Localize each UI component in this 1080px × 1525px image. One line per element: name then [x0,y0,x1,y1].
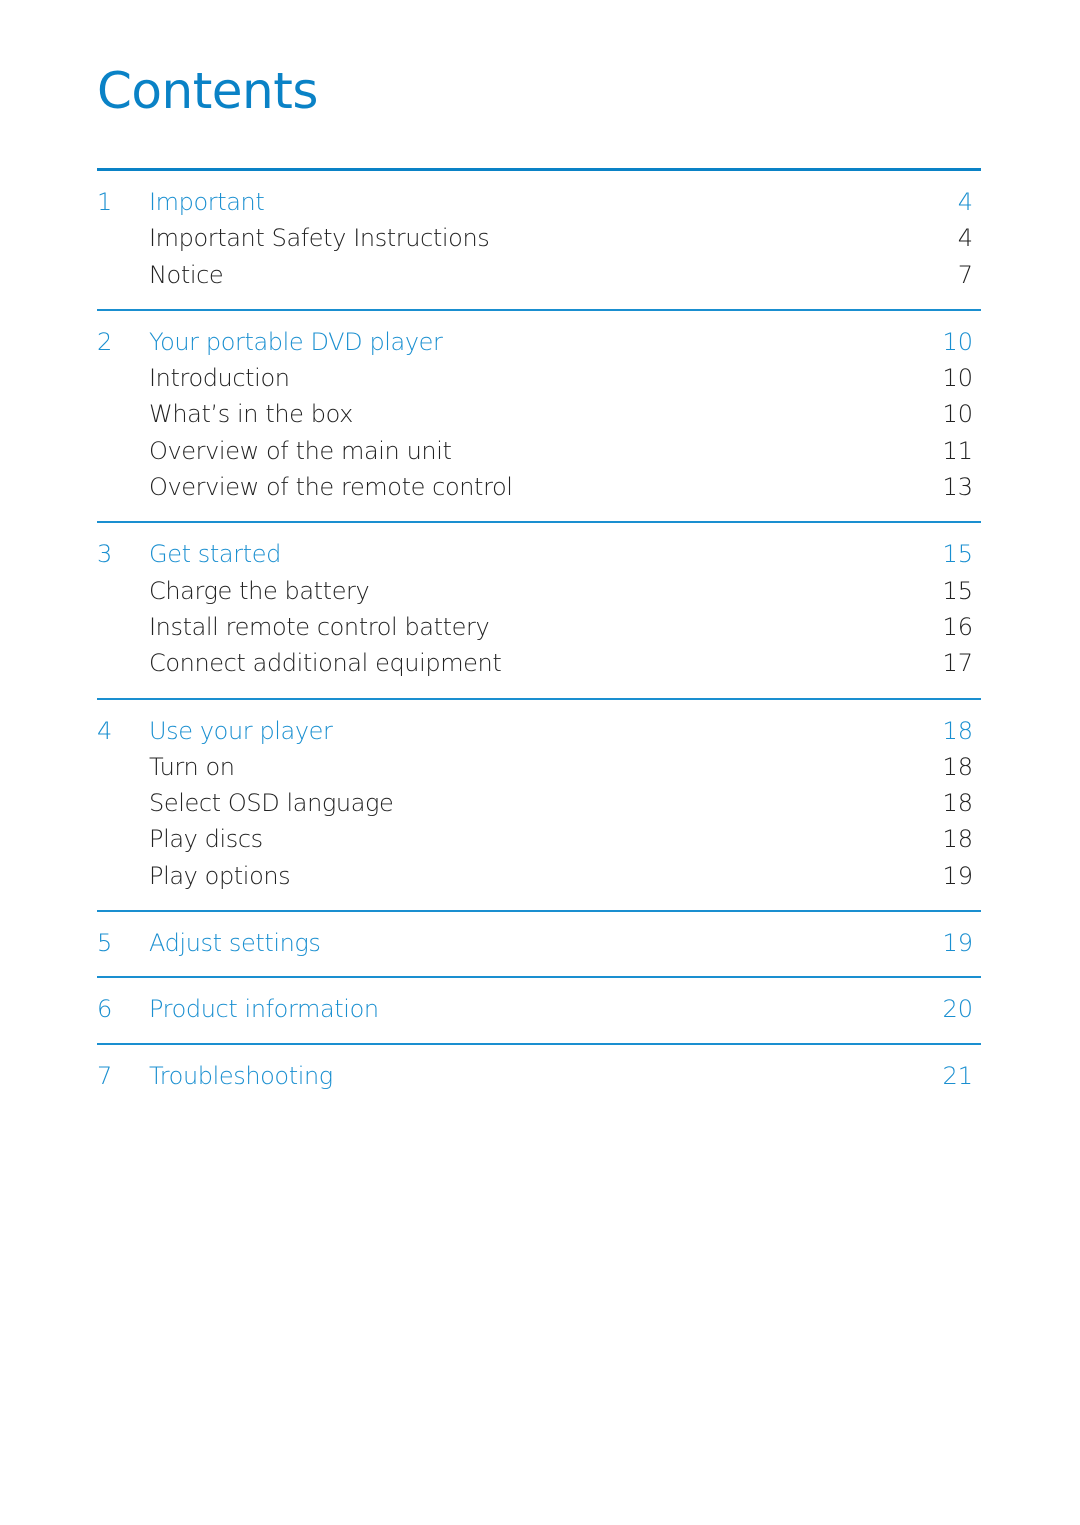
entry-title[interactable]: Notice [149,257,224,293]
section-number: 3 [97,540,113,569]
page-number: 10 [942,400,973,429]
toc-entry[interactable]: Play options 19 [97,858,981,894]
entry-title[interactable]: Play discs [149,821,263,857]
toc-section: 2 Your portable DVD player 10 Introducti… [97,308,981,521]
section-number: 7 [97,1061,113,1090]
page-number: 19 [942,861,973,890]
entry-title[interactable]: What’s in the box [149,396,353,432]
toc-entry[interactable]: Play discs 18 [97,821,981,857]
toc-entry[interactable]: What’s in the box 10 [97,396,981,432]
page-number: 10 [942,364,973,393]
entry-title[interactable]: Select OSD language [149,785,394,821]
page-number: 16 [942,612,973,641]
section-number: 4 [97,716,113,745]
page-number: 13 [942,473,973,502]
page-number: 10 [942,327,973,356]
page-number: 21 [942,1061,973,1090]
page-number: 19 [942,929,973,958]
page-number: 18 [942,825,973,854]
section-title[interactable]: Important [149,184,265,220]
toc-section: 1 Important 4 Important Safety Instructi… [97,168,981,309]
toc-section: 5 Adjust settings 19 [97,910,981,976]
section-title[interactable]: Adjust settings [149,925,321,961]
section-title[interactable]: Product information [149,991,379,1027]
page-number: 18 [942,789,973,818]
entry-title[interactable]: Turn on [149,749,235,785]
toc-section-heading[interactable]: 3 Get started 15 [97,536,981,572]
toc-section: 3 Get started 15 Charge the battery 15 I… [97,521,981,697]
toc-entry[interactable]: Turn on 18 [97,749,981,785]
page-number: 4 [957,188,973,216]
page-number: 7 [957,260,973,289]
page-number: 15 [942,576,973,605]
toc-entry[interactable]: Select OSD language 18 [97,785,981,821]
toc-entry[interactable]: Overview of the main unit 11 [97,433,981,469]
page-number: 11 [942,436,973,465]
entry-title[interactable]: Install remote control battery [149,609,490,645]
toc-entry[interactable]: Notice 7 [97,257,981,293]
toc-entry[interactable]: Charge the battery 15 [97,573,981,609]
entry-title[interactable]: Play options [149,858,291,894]
toc-entry[interactable]: Overview of the remote control 13 [97,469,981,505]
toc-section: 6 Product information 20 [97,976,981,1042]
page-number: 20 [942,995,973,1024]
toc-section-heading[interactable]: 4 Use your player 18 [97,713,981,749]
toc-section-heading[interactable]: 6 Product information 20 [97,991,981,1027]
page-number: 18 [942,752,973,781]
section-title[interactable]: Your portable DVD player [149,324,443,360]
table-of-contents: 1 Important 4 Important Safety Instructi… [97,168,981,1109]
section-title[interactable]: Use your player [149,713,333,749]
page-number: 17 [942,649,973,678]
section-number: 2 [97,327,113,356]
section-number: 5 [97,929,113,958]
entry-title[interactable]: Important Safety Instructions [149,220,490,256]
section-number: 6 [97,995,113,1024]
toc-section-heading[interactable]: 2 Your portable DVD player 10 [97,324,981,360]
entry-title[interactable]: Overview of the main unit [149,433,452,469]
toc-section: 7 Troubleshooting 21 [97,1042,981,1109]
toc-section-heading[interactable]: 1 Important 4 [97,184,981,220]
toc-section-heading[interactable]: 5 Adjust settings 19 [97,925,981,961]
entry-title[interactable]: Connect additional equipment [149,645,502,681]
toc-section-heading[interactable]: 7 Troubleshooting 21 [97,1058,981,1094]
page-title: Contents [97,62,318,120]
toc-entry[interactable]: Important Safety Instructions 4 [97,220,981,256]
page-number: 15 [942,540,973,569]
page-number: 18 [942,716,973,745]
entry-title[interactable]: Introduction [149,360,290,396]
toc-entry[interactable]: Introduction 10 [97,360,981,396]
section-title[interactable]: Troubleshooting [149,1058,333,1094]
entry-title[interactable]: Overview of the remote control [149,469,513,505]
page-number: 4 [957,224,973,253]
section-number: 1 [97,188,113,216]
entry-title[interactable]: Charge the battery [149,573,370,609]
toc-section: 4 Use your player 18 Turn on 18 Select O… [97,697,981,910]
section-title[interactable]: Get started [149,536,281,572]
toc-entry[interactable]: Install remote control battery 16 [97,609,981,645]
toc-entry[interactable]: Connect additional equipment 17 [97,645,981,681]
